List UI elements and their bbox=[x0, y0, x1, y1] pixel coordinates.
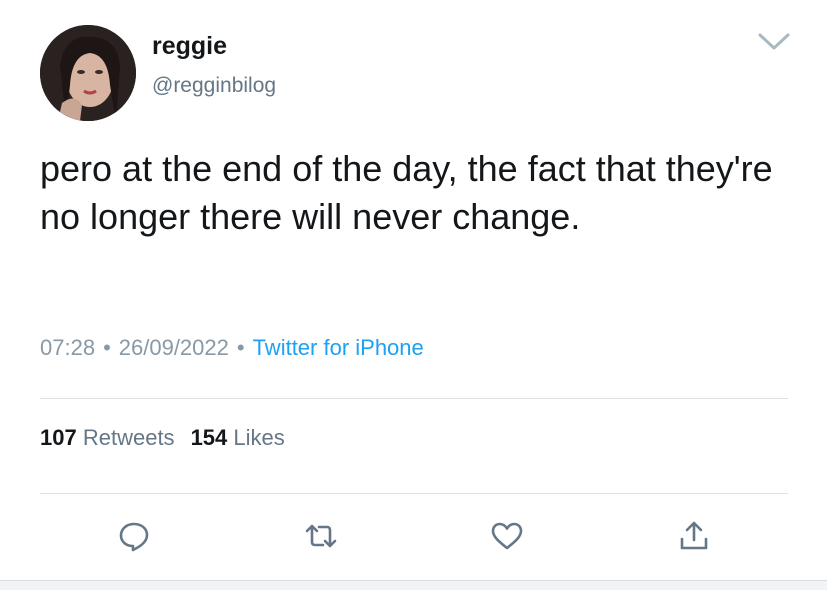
heart-icon[interactable] bbox=[489, 518, 525, 554]
tweet-stats: 107 Retweets 154 Likes bbox=[40, 425, 285, 451]
likes-count: 154 bbox=[190, 425, 228, 450]
share-icon[interactable] bbox=[676, 518, 712, 554]
meta-separator: • bbox=[103, 335, 111, 360]
likes-stat[interactable]: 154 Likes bbox=[191, 425, 285, 450]
retweets-count: 107 bbox=[40, 425, 77, 450]
meta-separator: • bbox=[236, 335, 245, 360]
tweet-time: 07:28 bbox=[40, 335, 96, 360]
avatar[interactable] bbox=[40, 25, 136, 121]
author-name[interactable]: reggie bbox=[152, 32, 227, 61]
reply-icon[interactable] bbox=[116, 518, 152, 554]
tweet-meta: 07:28 • 26/09/2022 • Twitter for iPhone bbox=[40, 335, 424, 361]
likes-label: Likes bbox=[233, 425, 285, 450]
retweets-stat[interactable]: 107 Retweets bbox=[40, 425, 175, 450]
retweet-icon[interactable] bbox=[303, 518, 339, 554]
divider bbox=[40, 493, 788, 494]
author-handle[interactable]: @regginbilog bbox=[152, 74, 276, 98]
retweets-label: Retweets bbox=[82, 425, 175, 450]
avatar-photo bbox=[40, 25, 136, 121]
divider bbox=[40, 398, 788, 399]
chevron-down-icon[interactable] bbox=[754, 30, 794, 54]
tweet-text: pero at the end of the day, the fact tha… bbox=[40, 148, 773, 237]
tweet-source-link[interactable]: Twitter for iPhone bbox=[253, 335, 424, 360]
tweet-date: 26/09/2022 bbox=[118, 335, 229, 360]
